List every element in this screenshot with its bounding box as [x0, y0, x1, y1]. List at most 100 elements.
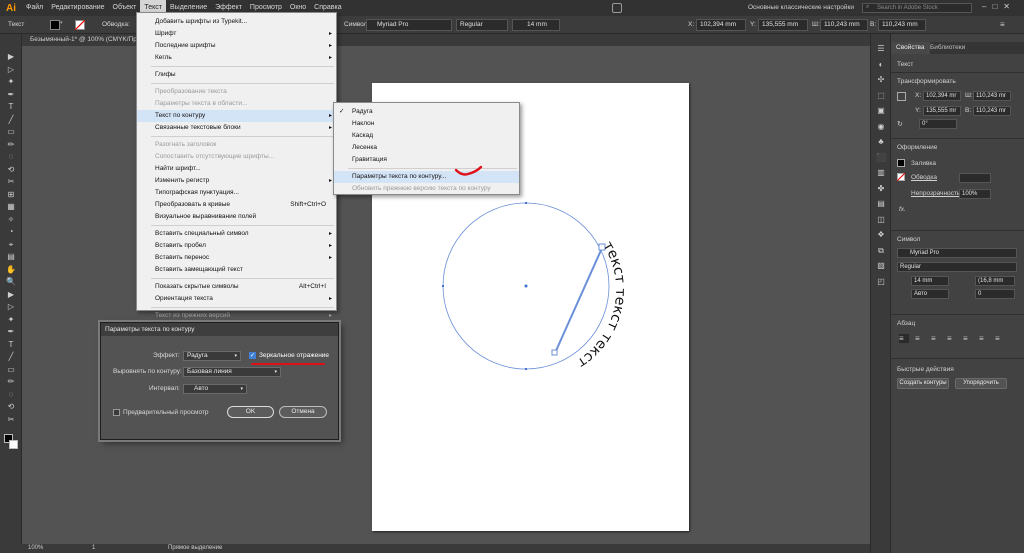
zoom-tool-icon[interactable]: 🔍	[5, 277, 17, 287]
w-field[interactable]: 110,243 mm	[820, 19, 868, 31]
menu-item[interactable]: Вставить перенос ▸	[137, 252, 336, 264]
stroke-label[interactable]: Обводка	[911, 174, 937, 181]
gradient-icon[interactable]: ◫	[875, 215, 887, 225]
type-tool-icon[interactable]: T	[5, 102, 17, 112]
menu-item[interactable]: Добавить шрифты из Typekit...	[137, 16, 336, 28]
leading-field[interactable]: (16,8 mm	[975, 276, 1015, 286]
anchor-point[interactable]	[525, 368, 527, 370]
menu-item[interactable]: Глифы	[137, 69, 336, 81]
ok-button[interactable]: OK	[227, 406, 274, 418]
stroke-weight-field[interactable]	[959, 173, 991, 183]
rotate-tool-icon[interactable]: ⟲	[5, 165, 17, 175]
direct-selection-tool-icon[interactable]: ▷	[5, 302, 17, 312]
menu-item[interactable]: Сопоставить отсутствующие шрифты...	[137, 151, 336, 163]
menu-item[interactable]: Текст по контуру ▸	[137, 110, 336, 122]
scissors-tool-icon[interactable]: ✂	[5, 177, 17, 187]
menu-item[interactable]: Последние шрифты ▸	[137, 40, 336, 52]
symbol-sprayer-icon[interactable]: ✧	[5, 215, 17, 225]
arrange-button[interactable]: Упорядочить	[955, 378, 1007, 389]
font-family-field[interactable]: Myriad Pro	[366, 19, 452, 31]
paragraph-icon[interactable]: ◰	[875, 277, 887, 287]
align-option-icon[interactable]: ≡	[979, 334, 989, 343]
pencil-tool-icon[interactable]: ✏	[5, 377, 17, 387]
path-text-object[interactable]: текст текст текст	[430, 190, 630, 390]
hand-tool-icon[interactable]: ✋	[5, 265, 17, 275]
free-transform-icon[interactable]: ⊞	[5, 190, 17, 200]
anchor-point[interactable]	[525, 202, 527, 204]
document-tab[interactable]: Безымянный-1* @ 100% (CMYK/Пред	[30, 34, 144, 46]
panel-menu-icon[interactable]: ≡	[1000, 20, 1014, 30]
pen-tool-icon[interactable]: ✒	[5, 90, 17, 100]
symbols-icon[interactable]: ♣	[875, 137, 887, 147]
menu-item[interactable]: Редактирование	[47, 0, 108, 16]
tracking-field[interactable]: 0	[975, 289, 1015, 299]
transform-icon[interactable]: ✣	[875, 75, 887, 85]
menu-item[interactable]: Обновить прежнюю версию текста по контур…	[334, 183, 519, 195]
window-controls[interactable]: –□✕	[982, 2, 1022, 14]
pathfinder-icon[interactable]: ▣	[875, 106, 887, 116]
ellipse-tool-icon[interactable]: ◌	[5, 390, 17, 400]
create-outlines-button[interactable]: Создать контуры	[897, 378, 949, 389]
pie-graph-icon[interactable]: ◔	[5, 227, 17, 237]
path-text[interactable]: текст текст текст	[574, 239, 628, 371]
align-option-icon[interactable]: ≡	[995, 334, 1005, 343]
menu-item[interactable]: Преобразование текста	[137, 86, 336, 98]
magic-wand-icon[interactable]: ✦	[5, 315, 17, 325]
align-option-icon[interactable]: ≡	[963, 334, 973, 343]
align-select[interactable]: Базовая линия ▾	[183, 367, 281, 377]
magic-wand-icon[interactable]: ✦	[5, 77, 17, 87]
y-field[interactable]: 135,555 mm	[758, 19, 808, 31]
align-option-icon[interactable]: ≡	[947, 334, 957, 343]
path-bracket-line[interactable]	[554, 247, 603, 354]
stroke-color-icon[interactable]	[9, 440, 18, 449]
workspace-switcher[interactable]: Основные классические настройки	[748, 0, 854, 16]
menu-item[interactable]: Гравитация	[334, 154, 519, 166]
swatches-icon[interactable]: ⬛	[875, 153, 887, 163]
transparency-icon[interactable]: ❖	[875, 230, 887, 240]
align-icon[interactable]: ⬚	[875, 91, 887, 101]
font-size-field[interactable]: 14 mm	[911, 276, 949, 286]
opacity-field[interactable]: 100%	[959, 189, 991, 199]
menu-item[interactable]: Каскад	[334, 130, 519, 142]
direct-selection-tool-icon[interactable]: ▷	[5, 65, 17, 75]
y-field[interactable]: 135,555 mr	[923, 106, 961, 116]
menu-item[interactable]: Текст из прежних версий ▸	[137, 310, 336, 322]
menu-item[interactable]: Параметры текста в области...	[137, 98, 336, 110]
rectangle-tool-icon[interactable]: ▭	[5, 365, 17, 375]
menu-item[interactable]: Вставить замещающий текст	[137, 264, 336, 276]
properties-icon[interactable]: ☰	[875, 44, 887, 54]
menu-item[interactable]: Изменить регистр ▸	[137, 175, 336, 187]
align-option-icon[interactable]: ≡	[899, 334, 909, 343]
effect-select[interactable]: Радуга ▾	[183, 351, 241, 361]
eyedropper-icon[interactable]: ⌖	[5, 240, 17, 250]
opacity-label[interactable]: Непрозрачность	[911, 190, 960, 197]
kerning-field[interactable]: Авто	[911, 289, 949, 299]
menu-item[interactable]: Наклон	[334, 118, 519, 130]
character-icon[interactable]: ▧	[875, 261, 887, 271]
h-field[interactable]: 110,243 mm	[878, 19, 926, 31]
menu-item[interactable]: Шрифт ▸	[137, 28, 336, 40]
preview-checkbox[interactable]	[113, 409, 120, 416]
chevron-down-icon[interactable]: ▾	[60, 20, 66, 30]
menu-item[interactable]: Радуга ✓	[334, 106, 519, 118]
anchor-point[interactable]	[442, 285, 444, 287]
menu-item[interactable]: Визуальное выравнивание полей	[137, 211, 336, 223]
appearance-icon[interactable]: ◉	[875, 122, 887, 132]
artboard-number[interactable]: 1	[92, 545, 95, 551]
rotate-tool-icon[interactable]: ⟲	[5, 402, 17, 412]
font-size-field[interactable]: 14 mm	[512, 19, 560, 31]
brushes-icon[interactable]: ▥	[875, 168, 887, 178]
x-field[interactable]: 102,394 mr	[923, 91, 961, 101]
stock-search-input[interactable]: Search in Adobe Stock	[862, 3, 972, 13]
arrange-docs-icon[interactable]	[612, 3, 622, 13]
menu-item[interactable]: Вставить специальный символ ▸	[137, 228, 336, 240]
menu-item[interactable]: Ориентация текста ▸	[137, 293, 336, 305]
fill-swatch[interactable]	[50, 20, 60, 30]
layers-icon[interactable]: ◐	[875, 60, 887, 70]
graphic-styles-icon[interactable]: ✤	[875, 184, 887, 194]
stroke-swatch[interactable]	[897, 173, 905, 181]
menu-item[interactable]: Преобразовать в кривые Shift+Ctrl+O	[137, 199, 336, 211]
font-family-field[interactable]: Myriad Pro	[897, 248, 1017, 258]
menu-item[interactable]: Разогнать заголовок	[137, 139, 336, 151]
fill-swatch[interactable]	[897, 159, 905, 167]
